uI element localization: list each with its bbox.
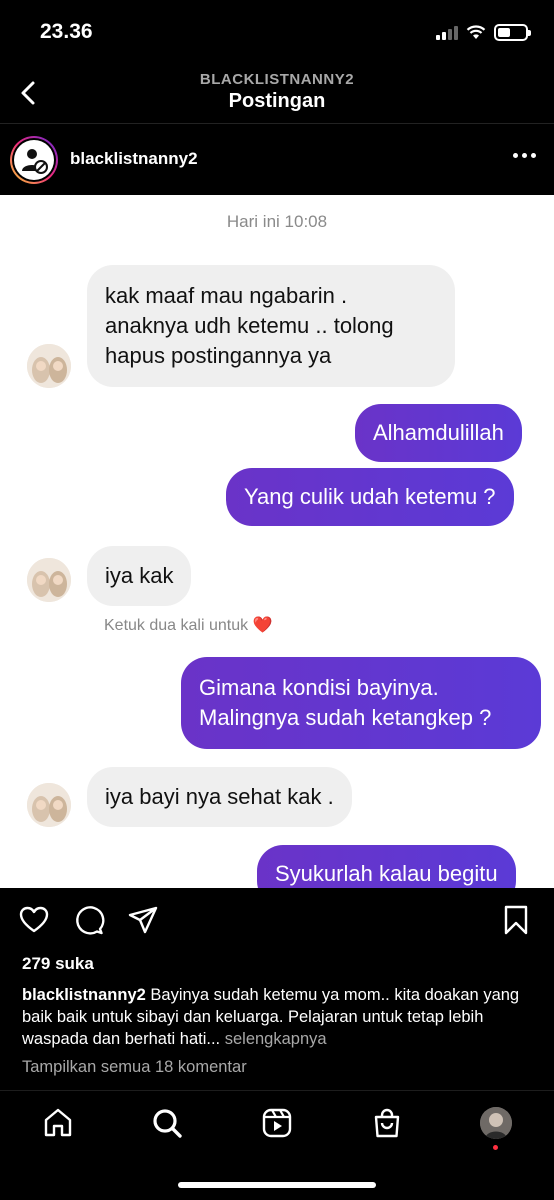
header-username: BLACKLISTNANNY2 <box>199 71 355 88</box>
signal-icon <box>436 25 458 40</box>
chat-avatar <box>27 783 71 827</box>
author-username[interactable]: blacklistnanny2 <box>70 149 198 169</box>
status-time: 23.36 <box>40 20 93 43</box>
shop-icon[interactable] <box>371 1107 403 1139</box>
author-avatar[interactable] <box>10 136 58 184</box>
likes-count[interactable]: 279 suka <box>22 954 94 974</box>
post-image[interactable]: Hari ini 10:08 kak maaf mau ngabarin . a… <box>0 195 554 888</box>
home-icon[interactable] <box>42 1107 74 1139</box>
send-icon[interactable] <box>127 904 159 936</box>
status-bar: 23.36 <box>0 0 554 64</box>
chat-avatar <box>27 344 71 388</box>
chat-message-incoming: iya kak <box>87 546 192 606</box>
see-more-link[interactable]: selengkapnya <box>220 1030 327 1048</box>
post-header: BLACKLISTNANNY2 Postingan <box>0 64 554 124</box>
page-title: Postingan <box>228 90 326 112</box>
chat-message-incoming: iya bayi nya sehat kak . <box>87 767 352 827</box>
chat-message-outgoing: Alhamdulillah <box>355 404 522 462</box>
heart-icon[interactable] <box>18 904 50 936</box>
bookmark-icon[interactable] <box>500 904 532 936</box>
blocked-user-icon <box>22 149 48 174</box>
chat-timestamp: Hari ini 10:08 <box>226 212 328 231</box>
status-icons <box>436 24 531 41</box>
reaction-hint: Ketuk dua kali untuk ❤️ <box>104 615 272 635</box>
heart-emoji: ❤️ <box>252 617 273 634</box>
comment-icon[interactable] <box>73 904 105 936</box>
profile-avatar[interactable] <box>480 1107 512 1139</box>
chat-message-incoming: kak maaf mau ngabarin . anaknya udh kete… <box>87 265 455 387</box>
view-all-comments-link[interactable]: Tampilkan semua 18 komentar <box>22 1058 247 1077</box>
search-icon[interactable] <box>151 1107 183 1139</box>
post-author-row: blacklistnanny2 <box>0 125 554 195</box>
caption-username[interactable]: blacklistnanny2 <box>22 986 146 1004</box>
reaction-hint-text: Ketuk dua kali untuk <box>104 617 249 634</box>
reels-icon[interactable] <box>261 1107 293 1139</box>
chat-avatar <box>27 558 71 602</box>
home-indicator <box>178 1182 376 1188</box>
chat-message-outgoing: Syukurlah kalau begitu <box>257 845 516 888</box>
wifi-icon <box>466 25 486 39</box>
battery-icon <box>494 24 531 41</box>
more-options-icon[interactable] <box>513 153 536 158</box>
notification-dot <box>493 1145 498 1150</box>
post-actions <box>0 888 554 950</box>
chat-message-outgoing: Gimana kondisi bayinya. Malingnya sudah … <box>181 657 541 749</box>
chat-message-outgoing: Yang culik udah ketemu ? <box>226 468 514 526</box>
bottom-navigation <box>0 1090 554 1200</box>
post-caption: blacklistnanny2 Bayinya sudah ketemu ya … <box>22 984 537 1050</box>
